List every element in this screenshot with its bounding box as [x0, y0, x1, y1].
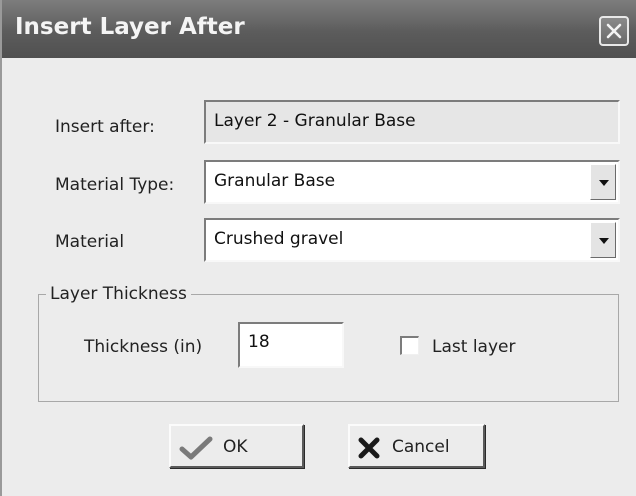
- close-button[interactable]: [599, 16, 629, 46]
- chevron-down-icon[interactable]: [590, 164, 616, 200]
- material-label: Material: [55, 232, 125, 252]
- insert-after-label: Insert after:: [55, 117, 155, 137]
- thickness-input[interactable]: 18: [238, 322, 344, 368]
- cancel-button-label: Cancel: [392, 437, 450, 457]
- material-dropdown[interactable]: Crushed gravel: [204, 218, 620, 262]
- checkmark-icon: [179, 436, 213, 460]
- material-value: Crushed gravel: [214, 229, 344, 249]
- layer-thickness-group-title: Layer Thickness: [46, 284, 191, 304]
- chevron-down-icon[interactable]: [590, 222, 616, 258]
- cancel-button[interactable]: Cancel: [348, 424, 485, 468]
- material-type-value: Granular Base: [214, 171, 336, 191]
- x-mark-icon: [358, 437, 380, 459]
- thickness-value: 18: [248, 332, 270, 352]
- title-bar: Insert Layer After: [2, 0, 636, 58]
- close-icon: [606, 23, 622, 39]
- insert-layer-dialog: Insert Layer After Insert after: Layer 2…: [0, 0, 636, 496]
- insert-after-field: Layer 2 - Granular Base: [204, 100, 620, 144]
- last-layer-label[interactable]: Last layer: [432, 337, 515, 357]
- insert-after-value: Layer 2 - Granular Base: [214, 111, 416, 131]
- window-title: Insert Layer After: [15, 14, 245, 40]
- ok-button[interactable]: OK: [169, 424, 304, 468]
- ok-button-label: OK: [223, 437, 248, 457]
- thickness-label: Thickness (in): [84, 337, 203, 357]
- material-type-label: Material Type:: [55, 175, 175, 195]
- material-type-dropdown[interactable]: Granular Base: [204, 160, 620, 204]
- last-layer-checkbox[interactable]: [400, 336, 419, 355]
